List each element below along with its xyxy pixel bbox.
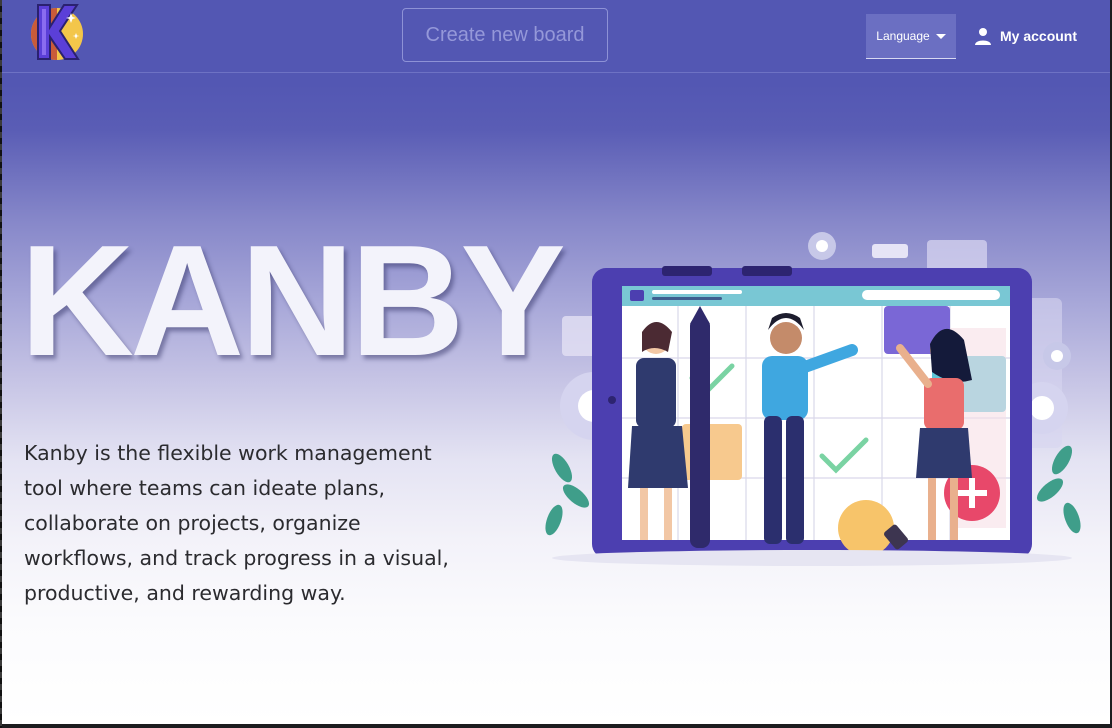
create-board-button[interactable]: Create new board xyxy=(402,8,608,62)
language-label: Language xyxy=(876,29,930,43)
navbar: Create new board Language My account xyxy=(2,0,1110,73)
caret-down-icon xyxy=(935,33,946,39)
app-window: Create new board Language My account KAN… xyxy=(2,0,1110,724)
language-dropdown[interactable]: Language xyxy=(866,14,956,59)
kanby-logo[interactable] xyxy=(24,1,86,63)
my-account-label: My account xyxy=(1000,28,1078,44)
user-icon xyxy=(975,28,991,45)
my-account-link[interactable]: My account xyxy=(974,24,1077,48)
team-kanban-illustration xyxy=(545,232,1081,566)
hero-title: KANBY xyxy=(20,213,566,389)
hero-description: Kanby is the flexible work management to… xyxy=(24,441,449,605)
